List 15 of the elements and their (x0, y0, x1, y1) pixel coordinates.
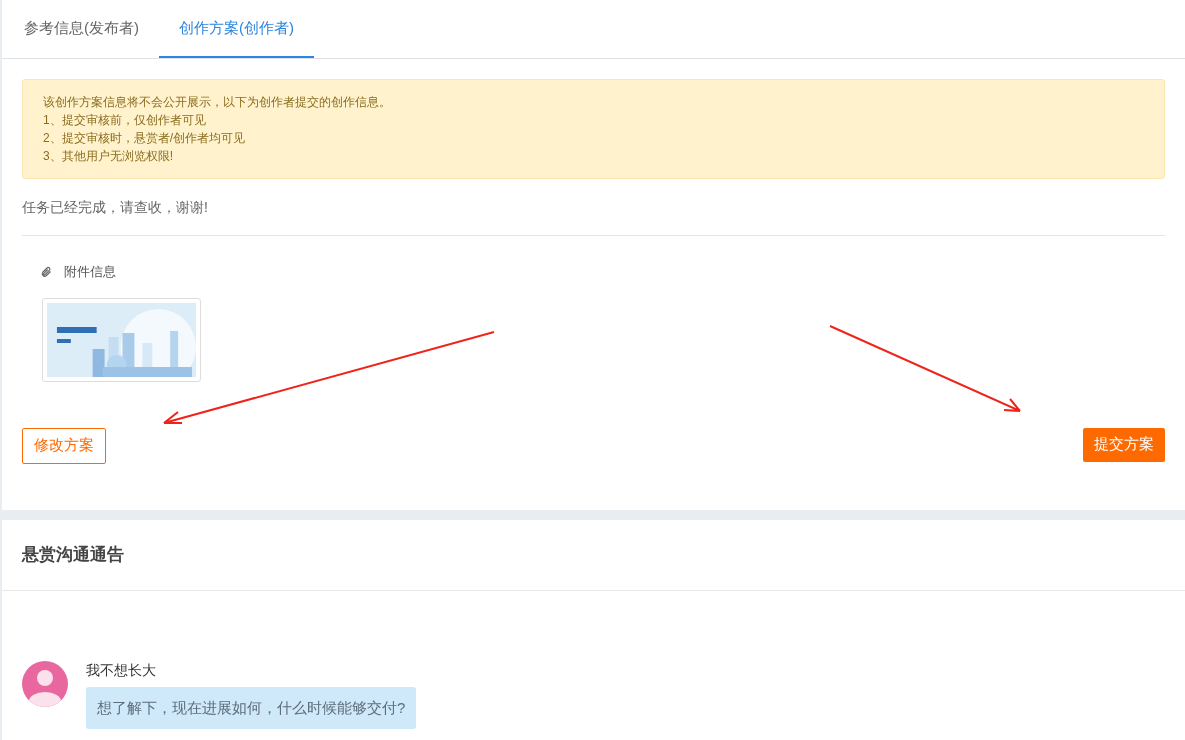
comment-text: 想了解下，现在进展如何，什么时候能够交付? (97, 699, 406, 716)
avatar-icon (22, 661, 68, 707)
section-title: 悬赏沟通通告 (22, 544, 124, 567)
notice-text: 1、提交审核前，仅创作者可见 (43, 112, 207, 129)
tab[interactable]: 参考信息(发布者) (4, 0, 159, 58)
submit-button[interactable]: 提交方案 (1083, 427, 1165, 462)
comment-author: 我不想长大 (86, 661, 157, 679)
paperclip-icon (40, 264, 52, 279)
attachments-title: 附件信息 (64, 263, 116, 281)
tab[interactable]: 创作方案(创作者) (159, 0, 314, 58)
edit-button[interactable]: 修改方案 (22, 427, 106, 464)
notice-text: 该创作方案信息将不会公开展示，以下为创作者提交的创作信息。 (43, 94, 392, 111)
message-text: 任务已经完成，请查收，谢谢! (22, 199, 208, 215)
notice-text: 2、提交审核时，悬赏者/创作者均可见 (43, 130, 246, 147)
notice-text: 3、其他用户无浏览权限! (43, 148, 174, 165)
